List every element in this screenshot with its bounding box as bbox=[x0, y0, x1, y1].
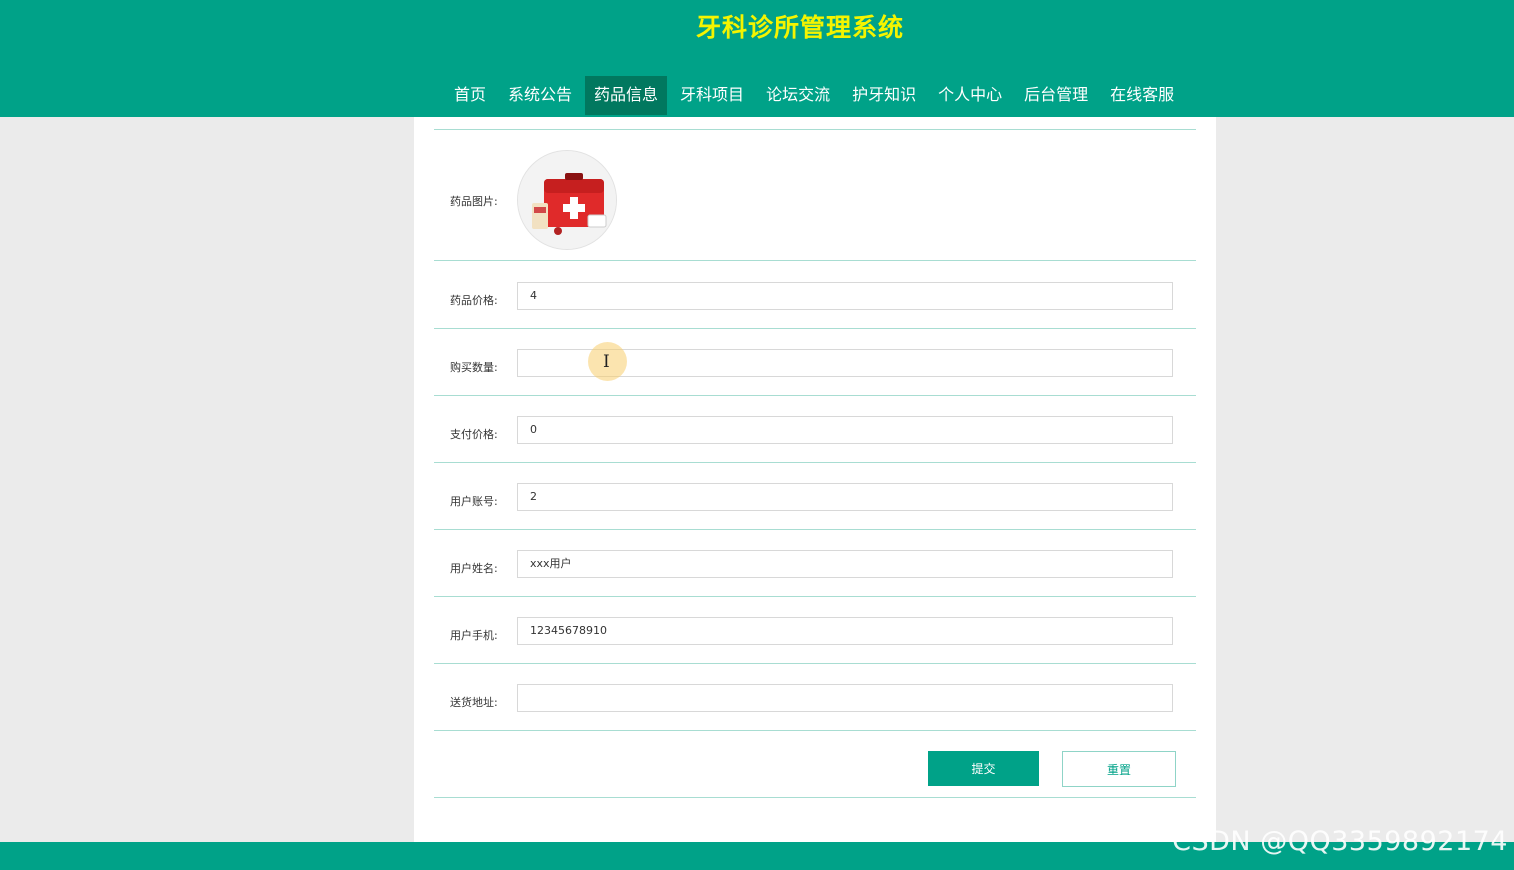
form-row-quantity: 购买数量: bbox=[434, 328, 1196, 396]
header: 牙科诊所管理系统 首页 系统公告 药品信息 牙科项目 论坛交流 护牙知识 个人中… bbox=[0, 0, 1514, 117]
pay-price-input[interactable]: 0 bbox=[517, 416, 1173, 444]
main-nav: 首页 系统公告 药品信息 牙科项目 论坛交流 护牙知识 个人中心 后台管理 在线… bbox=[445, 76, 1187, 115]
submit-button[interactable]: 提交 bbox=[928, 751, 1039, 786]
site-title: 牙科诊所管理系统 bbox=[695, 13, 904, 42]
nav-item-home[interactable]: 首页 bbox=[445, 76, 495, 115]
pay-price-label: 支付价格: bbox=[450, 428, 498, 441]
form-row-username: 用户姓名: xxx用户 bbox=[434, 529, 1196, 597]
form-row-phone: 用户手机: 12345678910 bbox=[434, 596, 1196, 664]
image-label: 药品图片: bbox=[450, 195, 498, 208]
nav-item-forum[interactable]: 论坛交流 bbox=[757, 76, 839, 115]
account-label: 用户账号: bbox=[450, 495, 498, 508]
form-row-image: 药品图片: bbox=[434, 130, 1196, 261]
form-row-price: 药品价格: 4 bbox=[434, 261, 1196, 329]
text-cursor-icon: I bbox=[603, 352, 610, 372]
form-row-pay-price: 支付价格: 0 bbox=[434, 395, 1196, 463]
divider bbox=[434, 797, 1196, 798]
price-input[interactable]: 4 bbox=[517, 282, 1173, 310]
reset-button[interactable]: 重置 bbox=[1062, 751, 1176, 787]
nav-item-medicine-info[interactable]: 药品信息 bbox=[585, 76, 668, 115]
username-label: 用户姓名: bbox=[450, 562, 498, 575]
phone-label: 用户手机: bbox=[450, 629, 498, 642]
account-input[interactable]: 2 bbox=[517, 483, 1173, 511]
address-label: 送货地址: bbox=[450, 696, 498, 709]
nav-item-online-service[interactable]: 在线客服 bbox=[1101, 76, 1183, 115]
nav-item-dental-projects[interactable]: 牙科项目 bbox=[671, 76, 753, 115]
form-row-account: 用户账号: 2 bbox=[434, 462, 1196, 530]
address-input[interactable] bbox=[517, 684, 1173, 712]
order-form-panel: 药品图片: 药品价格: 4 购买数量: 支付价格: 0 用户账号: 2 用户姓名… bbox=[414, 117, 1216, 842]
price-label: 药品价格: bbox=[450, 294, 498, 307]
first-aid-kit-icon bbox=[518, 151, 616, 249]
phone-input[interactable]: 12345678910 bbox=[517, 617, 1173, 645]
nav-item-personal-center[interactable]: 个人中心 bbox=[929, 76, 1011, 115]
nav-item-admin[interactable]: 后台管理 bbox=[1015, 76, 1097, 115]
watermark: CSDN @QQ3359892174 bbox=[1172, 826, 1508, 857]
form-row-address: 送货地址: bbox=[434, 663, 1196, 731]
nav-item-announcements[interactable]: 系统公告 bbox=[499, 76, 581, 115]
medicine-image bbox=[517, 150, 617, 250]
username-input[interactable]: xxx用户 bbox=[517, 550, 1173, 578]
nav-item-dental-knowledge[interactable]: 护牙知识 bbox=[843, 76, 925, 115]
quantity-label: 购买数量: bbox=[450, 361, 498, 374]
